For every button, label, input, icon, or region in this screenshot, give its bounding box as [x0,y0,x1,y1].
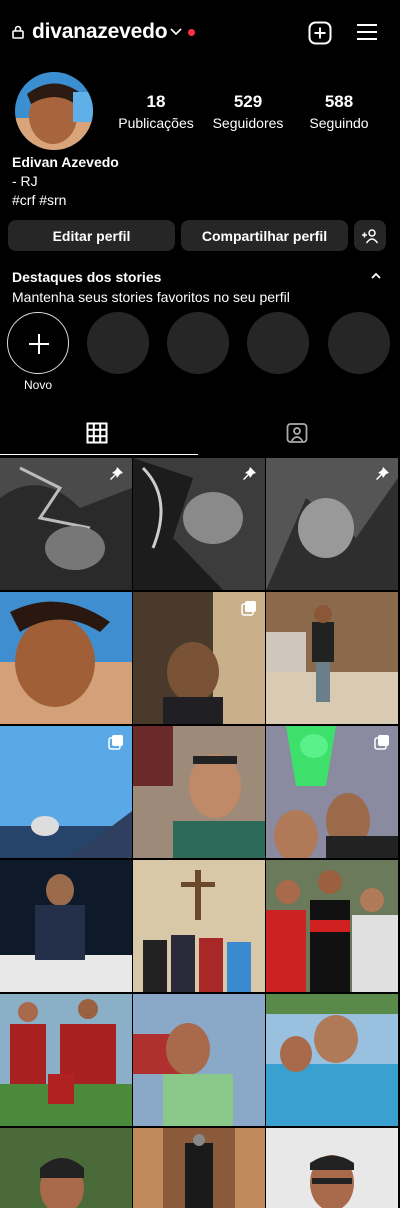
post-thumbnail[interactable] [133,458,265,590]
post-thumbnail[interactable] [133,1128,265,1208]
pin-icon [243,467,256,480]
stat-following[interactable]: 588 Seguindo [294,92,384,131]
chevron-down-icon[interactable] [170,27,182,37]
post-thumbnail[interactable] [266,860,398,992]
edit-profile-button[interactable]: Editar perfil [8,220,175,251]
share-profile-button[interactable]: Compartilhar perfil [181,220,348,251]
menu-icon[interactable] [356,22,378,42]
followers-label: Seguidores [212,115,284,131]
notification-dot [188,29,195,36]
plus-icon [29,334,49,354]
following-count: 588 [324,92,354,111]
stat-posts[interactable]: 18 Publicações [111,92,201,131]
post-thumbnail[interactable] [266,1128,398,1208]
add-person-button[interactable] [354,220,386,251]
post-thumbnail[interactable] [0,592,132,724]
new-highlight-button[interactable] [7,312,69,374]
multiple-posts-icon [374,735,389,750]
posts-label: Publicações [118,115,194,131]
post-thumbnail[interactable] [0,1128,132,1208]
posts-count: 18 [146,92,166,111]
chevron-up-icon[interactable] [370,271,382,281]
highlight-placeholder [87,312,149,374]
post-thumbnail[interactable] [133,592,265,724]
multiple-posts-icon [108,735,123,750]
post-thumbnail[interactable] [0,994,132,1126]
highlights-subtitle: Mantenha seus stories favoritos no seu p… [12,289,290,305]
post-thumbnail[interactable] [266,592,398,724]
active-tab-indicator [0,454,198,455]
highlight-placeholder [328,312,390,374]
bio-location: - RJ [12,173,38,189]
post-thumbnail[interactable] [133,860,265,992]
post-thumbnail[interactable] [266,726,398,858]
post-thumbnail[interactable] [133,994,265,1126]
lock-icon [12,25,24,39]
pin-icon [110,467,123,480]
post-thumbnail[interactable] [266,994,398,1126]
bio-hashtags[interactable]: #crf #srn [12,192,66,208]
followers-count: 529 [233,92,263,111]
post-thumbnail[interactable] [0,726,132,858]
highlights-title: Destaques dos stories [12,269,162,285]
profile-tabs [0,412,400,456]
add-person-icon [362,228,379,243]
profile-name: Edivan Azevedo [12,154,119,170]
grid-tab-icon[interactable] [86,422,108,444]
following-label: Seguindo [309,115,369,131]
new-post-icon[interactable] [308,21,332,45]
username[interactable]: divanazevedo [32,20,168,44]
top-bar: divanazevedo [0,0,400,66]
post-thumbnail[interactable] [0,458,132,590]
new-highlight-label: Novo [23,378,52,392]
stat-followers[interactable]: 529 Seguidores [203,92,293,131]
post-thumbnail[interactable] [0,860,132,992]
post-thumbnail[interactable] [133,726,265,858]
highlight-placeholder [167,312,229,374]
posts-grid [0,458,400,1208]
tagged-tab-icon[interactable] [286,422,308,444]
pin-icon [376,467,389,480]
avatar[interactable] [15,72,93,150]
multiple-posts-icon [241,601,256,616]
highlight-placeholder [247,312,309,374]
post-thumbnail[interactable] [266,458,398,590]
